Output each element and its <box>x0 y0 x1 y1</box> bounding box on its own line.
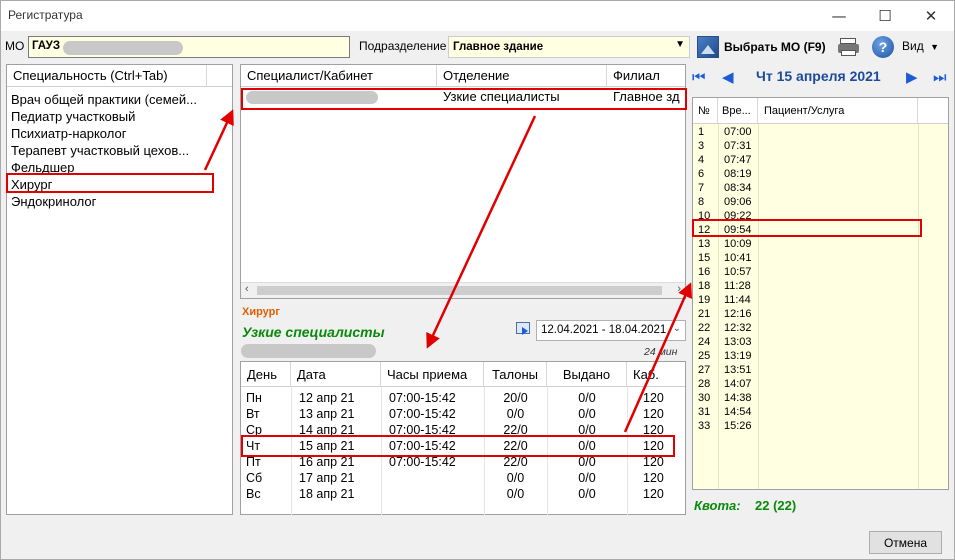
arrow-to-specialist <box>203 109 234 171</box>
arrow-to-slots <box>623 282 693 433</box>
annotation-arrows <box>203 109 693 433</box>
arrow-to-schedule <box>426 115 537 349</box>
